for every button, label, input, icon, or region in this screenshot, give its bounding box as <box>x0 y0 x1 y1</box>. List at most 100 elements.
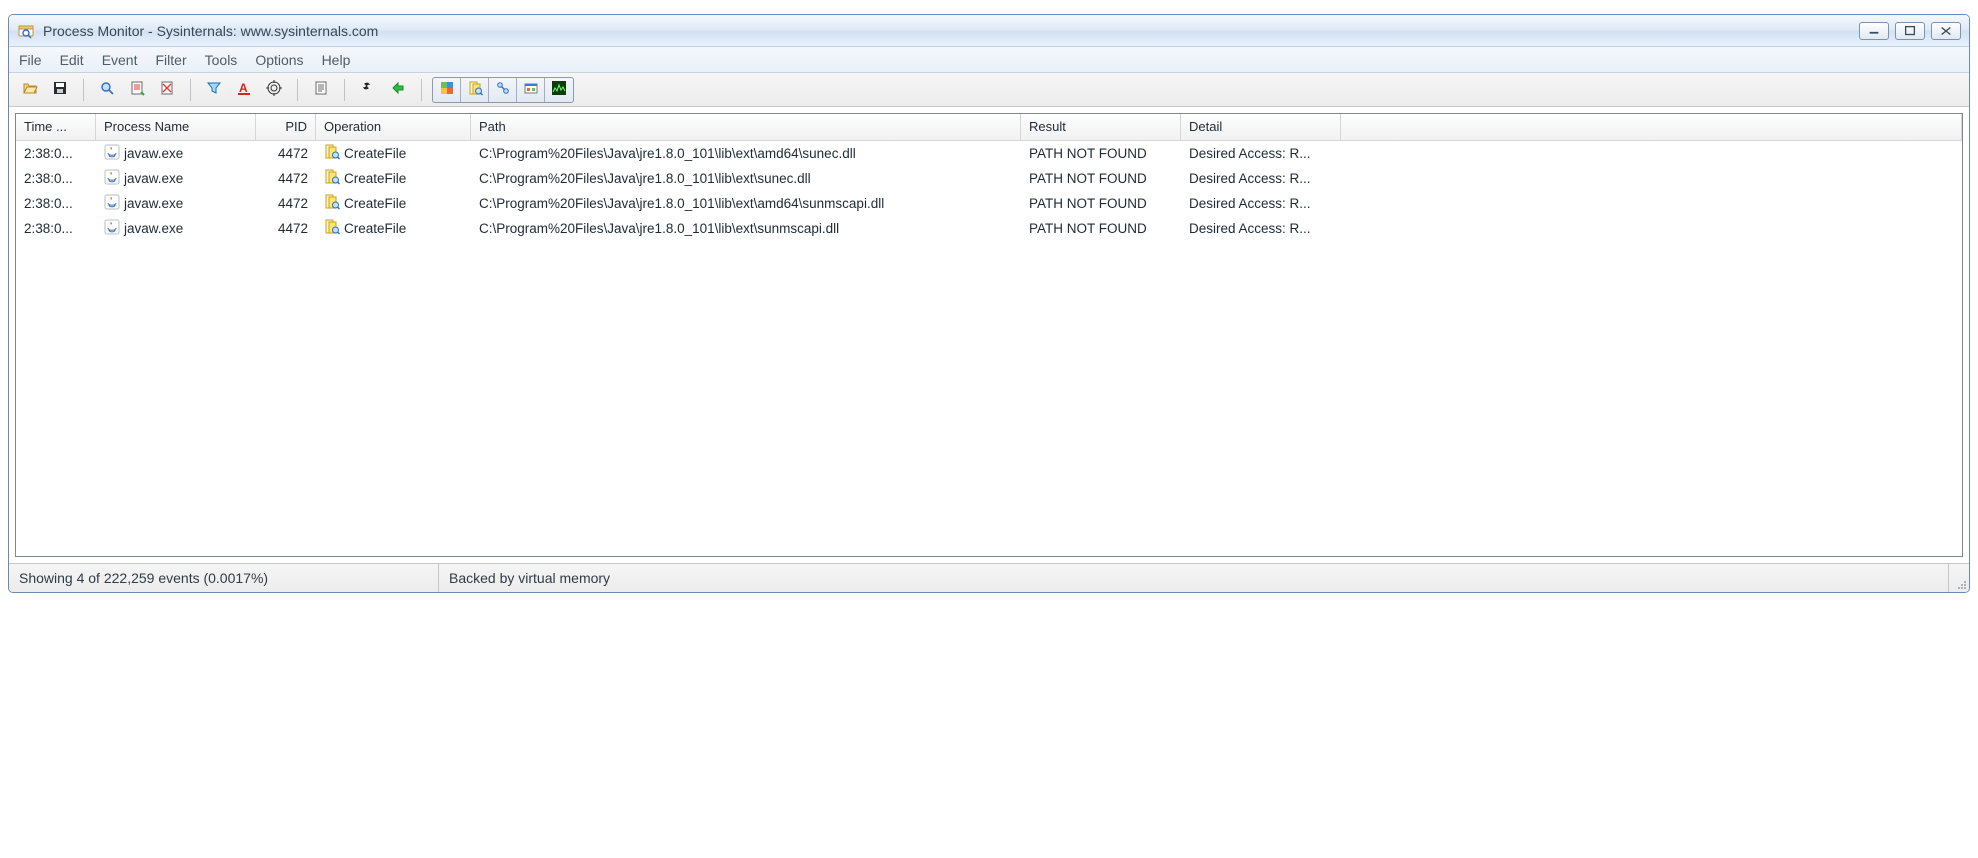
include-process-button[interactable] <box>261 77 287 103</box>
cell-operation: CreateFile <box>316 141 471 166</box>
java-icon <box>104 194 120 213</box>
resize-grip[interactable] <box>1949 564 1969 592</box>
magnifier-icon <box>99 80 115 99</box>
autoscroll-icon <box>129 80 145 99</box>
col-time[interactable]: Time ... <box>16 114 96 140</box>
cell-path: C:\Program%20Files\Java\jre1.8.0_101\lib… <box>471 141 1021 166</box>
show-registry-button[interactable] <box>433 78 461 102</box>
cell-detail: Desired Access: R... <box>1181 191 1341 216</box>
show-filesystem-button[interactable] <box>461 78 489 102</box>
toolbar <box>9 73 1969 107</box>
column-headers: Time ... Process Name PID Operation Path… <box>16 114 1962 141</box>
cell-spacer <box>1341 141 1962 166</box>
table-row[interactable]: 2:38:0...javaw.exe4472CreateFileC:\Progr… <box>16 191 1962 216</box>
grip-icon <box>1955 578 1967 590</box>
clear-icon <box>159 80 175 99</box>
menu-file[interactable]: File <box>19 52 42 68</box>
autoscroll-button[interactable] <box>124 77 150 103</box>
separator-icon <box>190 79 191 101</box>
col-process[interactable]: Process Name <box>96 114 256 140</box>
cell-time: 2:38:0... <box>16 191 96 216</box>
maximize-button[interactable] <box>1895 22 1925 40</box>
clear-button[interactable] <box>154 77 180 103</box>
java-icon <box>104 219 120 238</box>
separator-icon <box>344 79 345 101</box>
open-button[interactable] <box>17 77 43 103</box>
menu-options[interactable]: Options <box>255 52 303 68</box>
status-event-count: Showing 4 of 222,259 events (0.0017%) <box>9 564 439 592</box>
event-properties-button[interactable] <box>308 77 334 103</box>
close-button[interactable] <box>1931 22 1961 40</box>
cell-spacer <box>1341 191 1962 216</box>
show-network-button[interactable] <box>489 78 517 102</box>
cell-path: C:\Program%20Files\Java\jre1.8.0_101\lib… <box>471 216 1021 241</box>
separator-icon <box>421 79 422 101</box>
col-operation[interactable]: Operation <box>316 114 471 140</box>
highlight-icon <box>236 80 252 99</box>
file-op-icon <box>324 144 340 163</box>
menu-event[interactable]: Event <box>102 52 138 68</box>
status-bar: Showing 4 of 222,259 events (0.0017%) Ba… <box>9 563 1969 592</box>
separator-icon <box>83 79 84 101</box>
menu-help[interactable]: Help <box>322 52 351 68</box>
show-process-button[interactable] <box>517 78 545 102</box>
cell-result: PATH NOT FOUND <box>1021 166 1181 191</box>
file-op-icon <box>324 219 340 238</box>
cell-detail: Desired Access: R... <box>1181 216 1341 241</box>
cell-time: 2:38:0... <box>16 166 96 191</box>
menu-edit[interactable]: Edit <box>60 52 84 68</box>
crosshair-icon <box>266 80 282 99</box>
cell-operation: CreateFile <box>316 166 471 191</box>
col-pid[interactable]: PID <box>256 114 316 140</box>
minimize-button[interactable] <box>1859 22 1889 40</box>
folder-open-icon <box>22 80 38 99</box>
event-list: Time ... Process Name PID Operation Path… <box>15 113 1963 557</box>
cell-operation: CreateFile <box>316 191 471 216</box>
binoculars-icon <box>360 80 376 99</box>
save-button[interactable] <box>47 77 73 103</box>
file-op-icon <box>324 169 340 188</box>
cell-path: C:\Program%20Files\Java\jre1.8.0_101\lib… <box>471 191 1021 216</box>
show-profiling-button[interactable] <box>545 78 573 102</box>
window-buttons <box>1859 22 1961 40</box>
cell-result: PATH NOT FOUND <box>1021 141 1181 166</box>
col-spacer[interactable] <box>1341 114 1962 140</box>
cell-result: PATH NOT FOUND <box>1021 216 1181 241</box>
filter-button[interactable] <box>201 77 227 103</box>
table-row[interactable]: 2:38:0...javaw.exe4472CreateFileC:\Progr… <box>16 216 1962 241</box>
cell-process: javaw.exe <box>96 216 256 241</box>
cell-process: javaw.exe <box>96 141 256 166</box>
table-row[interactable]: 2:38:0...javaw.exe4472CreateFileC:\Progr… <box>16 166 1962 191</box>
col-detail[interactable]: Detail <box>1181 114 1341 140</box>
col-path[interactable]: Path <box>471 114 1021 140</box>
cell-operation: CreateFile <box>316 216 471 241</box>
title-bar[interactable]: Process Monitor - Sysinternals: www.sysi… <box>9 15 1969 47</box>
jump-to-button[interactable] <box>385 77 411 103</box>
menu-tools[interactable]: Tools <box>205 52 238 68</box>
profiling-icon <box>551 80 567 99</box>
network-icon <box>495 80 511 99</box>
event-rows[interactable]: 2:38:0...javaw.exe4472CreateFileC:\Progr… <box>16 141 1962 556</box>
window-title: Process Monitor - Sysinternals: www.sysi… <box>43 23 1859 39</box>
cell-path: C:\Program%20Files\Java\jre1.8.0_101\lib… <box>471 166 1021 191</box>
java-icon <box>104 169 120 188</box>
funnel-icon <box>206 80 222 99</box>
filesystem-icon <box>467 80 483 99</box>
file-op-icon <box>324 194 340 213</box>
activity-filter-group <box>432 77 574 103</box>
table-row[interactable]: 2:38:0...javaw.exe4472CreateFileC:\Progr… <box>16 141 1962 166</box>
menu-filter[interactable]: Filter <box>156 52 187 68</box>
cell-pid: 4472 <box>256 141 316 166</box>
col-result[interactable]: Result <box>1021 114 1181 140</box>
separator-icon <box>297 79 298 101</box>
cell-result: PATH NOT FOUND <box>1021 191 1181 216</box>
find-button[interactable] <box>355 77 381 103</box>
registry-icon <box>439 80 455 99</box>
process-icon <box>523 80 539 99</box>
document-icon <box>313 80 329 99</box>
capture-button[interactable] <box>94 77 120 103</box>
arrow-icon <box>390 80 406 99</box>
highlight-button[interactable] <box>231 77 257 103</box>
cell-spacer <box>1341 216 1962 241</box>
status-backing: Backed by virtual memory <box>439 564 1949 592</box>
